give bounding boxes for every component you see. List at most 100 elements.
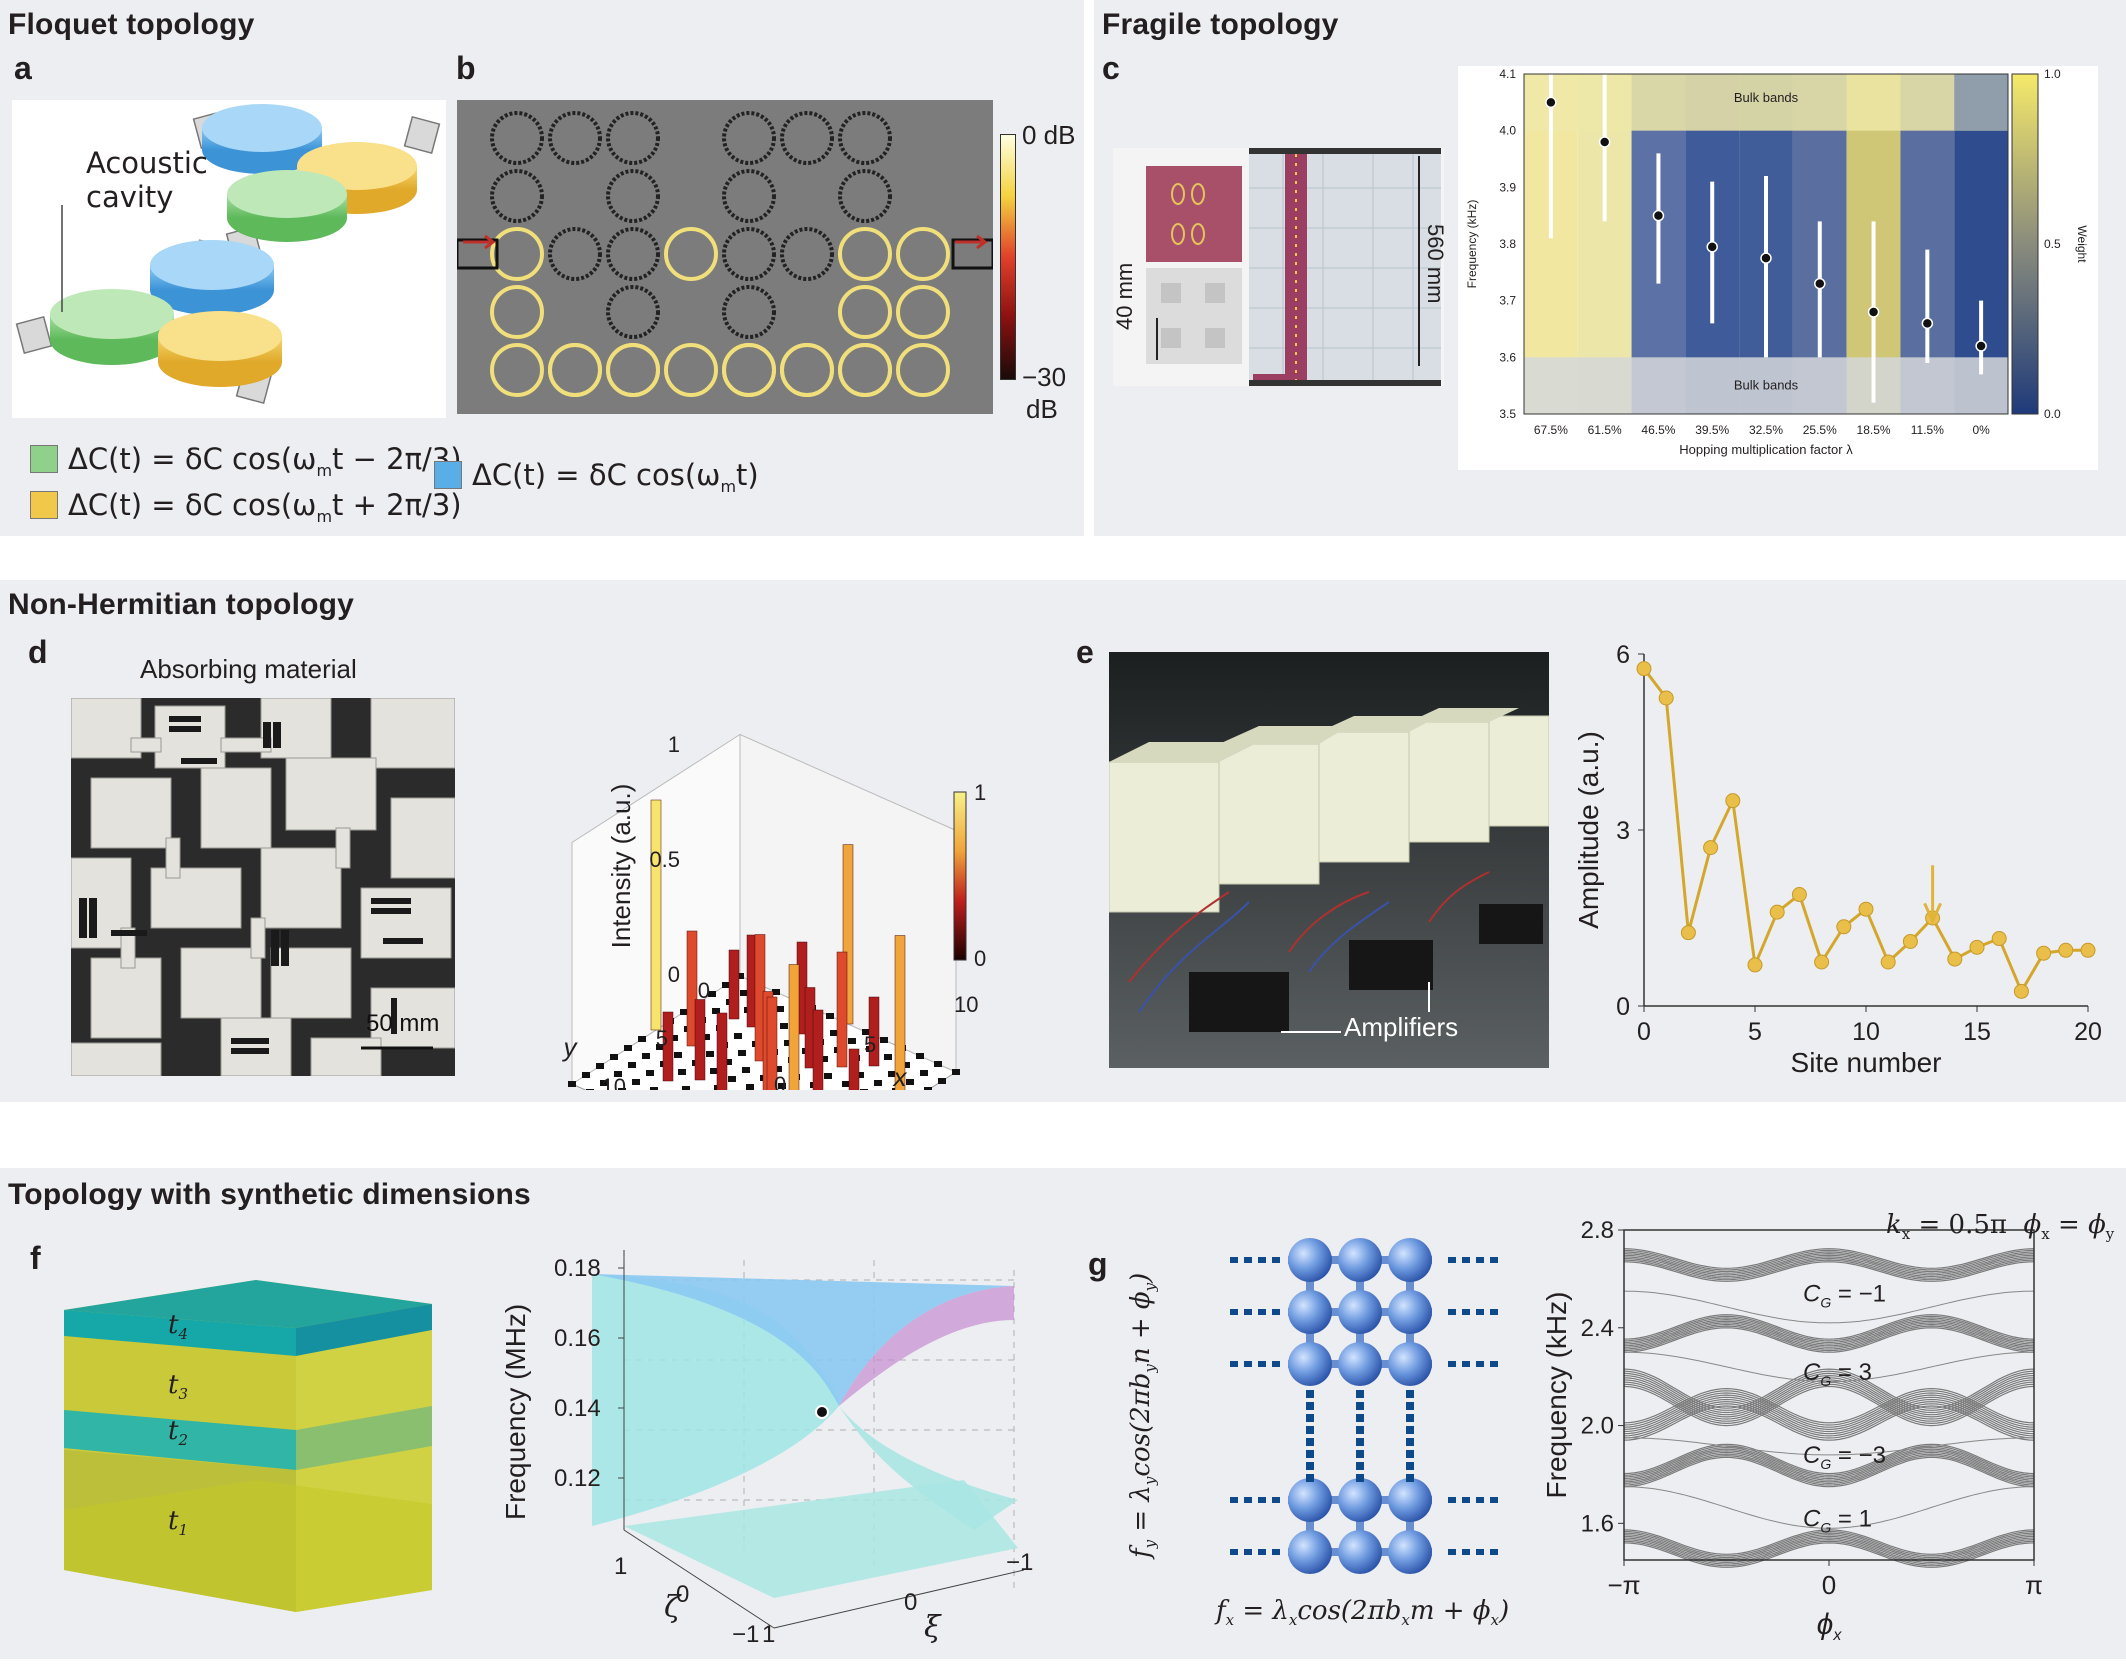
coupling-dot <box>1244 1257 1252 1263</box>
coupling-dot <box>1230 1361 1238 1367</box>
zero-bar <box>582 1072 590 1078</box>
zero-bar <box>706 1051 714 1057</box>
x-tick-label: 11.5% <box>1911 423 1944 437</box>
layer-t3: t3 <box>168 1370 188 1404</box>
x-tick-label: 0 <box>774 1072 786 1090</box>
x-tick-label: π <box>2025 1570 2043 1600</box>
amplitude-point <box>2058 942 2074 958</box>
coupling-dot <box>1258 1309 1266 1315</box>
x-axis-label: x <box>892 1062 908 1090</box>
amplitude-line-chart: 0 3 6 0 5 10 15 20 Site number Amplitude (a.u.) <box>1573 641 2102 1078</box>
lattice-site-sphere <box>1288 1238 1332 1282</box>
equation-green: ΔC(t) = δC cos(ωmt − 2π/3) <box>30 442 462 480</box>
scale-560mm-bar <box>1418 156 1420 366</box>
y-tick-label: 3.7 <box>1499 294 1516 308</box>
data-point <box>1975 340 1987 352</box>
continuation-dot <box>1306 1426 1314 1434</box>
coupling-dot <box>1244 1549 1252 1555</box>
x-tick-label: 61.5% <box>1588 423 1622 437</box>
panel-label-a: a <box>14 50 32 86</box>
continuation-dot <box>1306 1390 1314 1398</box>
lattice-site-sphere <box>1338 1238 1382 1282</box>
panel-c-photo <box>1113 148 1444 386</box>
coupling-dot <box>1272 1309 1280 1315</box>
continuation-dot <box>1406 1402 1414 1410</box>
lattice-site-sphere <box>1288 1342 1332 1386</box>
amplitude-point <box>1902 933 1918 949</box>
colorbar-label: Weight <box>2075 225 2089 263</box>
x-tick-label: 15 <box>1963 1018 1991 1046</box>
amplitude-point <box>1703 840 1719 856</box>
equation-yellow: ΔC(t) = δC cos(ωmt + 2π/3) <box>30 488 462 526</box>
continuation-dot <box>1406 1474 1414 1482</box>
section-title-fragile: Fragile topology <box>1102 8 1339 41</box>
coupling-dot <box>1476 1497 1484 1503</box>
amplitude-point <box>1880 954 1896 970</box>
xi-axis-label: ξ <box>924 1610 941 1645</box>
lattice-site-sphere <box>1288 1290 1332 1334</box>
panel-a-illustration: Acoustic cavity <box>12 100 446 418</box>
y-tick-label: 2.8 <box>1581 1217 1614 1244</box>
fragile-band-chart: Bulk bands Bulk bands 3.5 3.6 3.7 3.8 3.9 4.0 4.… <box>1465 67 2089 457</box>
zeta-axis-label: ζ <box>664 1590 681 1625</box>
zero-bar <box>824 1073 832 1079</box>
zero-bar <box>628 1062 636 1068</box>
colorbar-unit-label: dB <box>1026 394 1058 424</box>
panel-e-photo <box>1108 652 1550 1068</box>
intensity-bar <box>650 799 662 1031</box>
x-tick-label: 0% <box>1972 423 1990 437</box>
intensity-bar <box>848 1048 860 1119</box>
lattice-site-sphere <box>1388 1530 1432 1574</box>
y-axis-label: Frequency (kHz) <box>1541 1292 1572 1499</box>
continuation-dot <box>1406 1390 1414 1398</box>
zero-bar <box>952 1069 960 1075</box>
svg-text:0.12: 0.12 <box>554 1465 601 1492</box>
x-tick-label: 10 <box>954 992 978 1017</box>
weight-colorbar <box>2011 73 2039 415</box>
amplitude-point <box>1969 939 1985 955</box>
frequency-mhz-ylabel: Frequency (MHz) <box>500 1303 531 1520</box>
panel-b-colorbar <box>1000 134 1016 380</box>
bulk-bands-bottom-label: Bulk bands <box>1734 378 1799 393</box>
layer-t4: t4 <box>168 1310 188 1344</box>
coupling-dot <box>1448 1497 1456 1503</box>
panel-c-chart: Bulk bands Bulk bands 3.5 3.6 3.7 3.8 3.9 4.0 4.… <box>1458 66 2098 470</box>
continuation-dot <box>1356 1462 1364 1470</box>
lattice-site-sphere <box>1388 1290 1432 1334</box>
continuation-dot <box>1356 1438 1364 1446</box>
zero-bar <box>746 1084 754 1090</box>
coupling-dot <box>1476 1549 1484 1555</box>
coupling-dot <box>1244 1309 1252 1315</box>
section-title-synthetic: Topology with synthetic dimensions <box>8 1178 531 1211</box>
x-tick-label: 39.5% <box>1695 423 1729 437</box>
zero-bar <box>884 1054 892 1060</box>
continuation-dot <box>1306 1474 1314 1482</box>
zero-bar <box>610 1054 618 1060</box>
panel-b-ring-lattice <box>455 100 995 414</box>
coupling-dot <box>1462 1549 1470 1555</box>
fragile-sample-photo <box>1113 148 1444 386</box>
layer-t1: t1 <box>168 1506 188 1540</box>
coupling-dot <box>1462 1497 1470 1503</box>
panel-label-b: b <box>456 50 476 86</box>
zero-bar <box>906 1079 914 1085</box>
colorbar-tick: 1.0 <box>2044 67 2061 81</box>
colorbar-tick: 0.0 <box>2044 407 2061 421</box>
zero-bar <box>874 1080 882 1086</box>
x-tick-label: 32.5% <box>1749 423 1783 437</box>
y-tick-label: 3 <box>1616 817 1630 845</box>
continuation-dot <box>1406 1438 1414 1446</box>
continuation-dot <box>1406 1462 1414 1470</box>
panel-label-e: e <box>1076 634 1094 670</box>
x-tick-label: 10 <box>1852 1018 1880 1046</box>
zero-bar <box>650 1087 658 1093</box>
x-tick-label: 5 <box>1748 1018 1762 1046</box>
x-tick-label: 25.5% <box>1803 423 1837 437</box>
intensity-bar <box>812 1009 824 1103</box>
continuation-dot <box>1306 1462 1314 1470</box>
z-tick-label: 0 <box>668 962 680 987</box>
amplitude-point <box>1791 887 1807 903</box>
amplifier-setup-photo <box>1108 652 1550 1068</box>
amplitude-point <box>1814 954 1830 970</box>
zero-bar <box>860 1089 868 1095</box>
